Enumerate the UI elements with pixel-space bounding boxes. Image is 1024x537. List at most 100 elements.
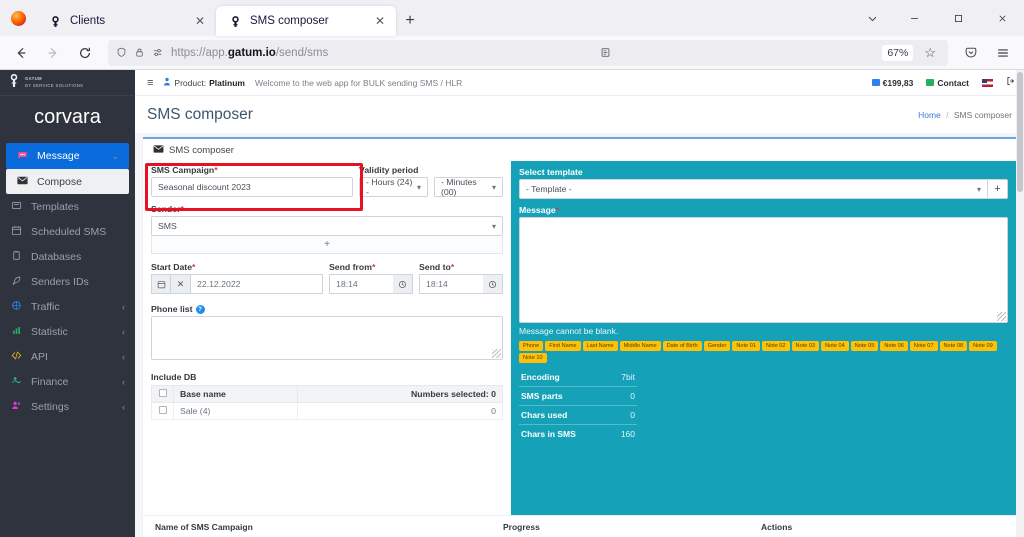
row-checkbox-cell bbox=[151, 402, 174, 421]
sidebar-item-statistic[interactable]: Statistic ‹ bbox=[0, 319, 135, 344]
chevron-left-icon: ‹ bbox=[122, 376, 125, 387]
table-row[interactable]: Sale (4) 0 bbox=[151, 402, 503, 421]
pocket-icon[interactable] bbox=[956, 39, 986, 67]
help-icon[interactable]: ? bbox=[195, 305, 205, 315]
product-icon bbox=[163, 77, 171, 88]
close-window-button[interactable] bbox=[980, 0, 1024, 36]
validity-hours-select[interactable]: - Hours (24) - ▾ bbox=[359, 177, 428, 197]
reload-icon[interactable] bbox=[70, 39, 100, 67]
chip-note-08[interactable]: Note 08 bbox=[939, 341, 968, 352]
sidebar-item-scheduled-sms[interactable]: Scheduled SMS bbox=[0, 219, 135, 244]
chip-note-09[interactable]: Note 09 bbox=[969, 341, 997, 352]
breadcrumb-home[interactable]: Home bbox=[918, 110, 941, 120]
chevron-left-icon: ‹ bbox=[122, 301, 125, 312]
chart-icon bbox=[10, 325, 23, 339]
shield-icon[interactable] bbox=[116, 47, 127, 58]
start-date-input[interactable]: 22.12.2022 bbox=[191, 274, 323, 294]
sidebar: GATUM BY SERVICE SOLUTIONS corvara Messa… bbox=[0, 70, 135, 537]
address-bar[interactable]: https://app.gatum.io/send/sms 67% ☆ bbox=[108, 39, 948, 66]
sidebar-item-traffic[interactable]: Traffic ‹ bbox=[0, 294, 135, 319]
resize-grip-icon[interactable] bbox=[997, 312, 1006, 321]
numbers-selected-header: Numbers selected: 0 bbox=[296, 385, 503, 404]
chip-date-of-birth[interactable]: Date of Birth bbox=[662, 341, 702, 352]
close-icon[interactable]: ✕ bbox=[192, 13, 208, 29]
bookmark-star-icon[interactable]: ☆ bbox=[920, 45, 940, 61]
maximize-button[interactable] bbox=[936, 0, 980, 36]
sidebar-item-label: API bbox=[31, 350, 48, 363]
sidebar-item-settings[interactable]: Settings ‹ bbox=[0, 394, 135, 419]
stat-sms-parts: SMS parts 0 bbox=[519, 387, 637, 407]
balance-indicator[interactable]: €199,83 bbox=[871, 78, 913, 88]
stat-value: 160 bbox=[620, 429, 635, 440]
chevron-down-icon: ▾ bbox=[491, 221, 496, 231]
minimize-button[interactable] bbox=[892, 0, 936, 36]
row-checkbox[interactable] bbox=[158, 406, 167, 415]
stat-value: 0 bbox=[630, 410, 635, 421]
clear-date-icon[interactable]: ✕ bbox=[171, 274, 191, 294]
sender-select[interactable]: SMS ▾ bbox=[151, 216, 503, 236]
chip-first-name[interactable]: First Name bbox=[545, 341, 581, 352]
clock-icon[interactable] bbox=[483, 274, 503, 294]
lock-icon[interactable] bbox=[134, 47, 145, 58]
chip-note-02[interactable]: Note 02 bbox=[761, 341, 790, 352]
tab-list-chevron-down-icon[interactable] bbox=[852, 0, 892, 36]
sidebar-toggle-icon[interactable]: ≡ bbox=[147, 77, 153, 89]
sidebar-item-finance[interactable]: Finance ‹ bbox=[0, 369, 135, 394]
feather-icon bbox=[10, 275, 23, 289]
browser-tab-clients[interactable]: Clients ✕ bbox=[36, 6, 216, 36]
select-all-checkbox[interactable] bbox=[158, 389, 167, 398]
chip-middle-name[interactable]: Middle Name bbox=[619, 341, 661, 352]
logout-icon[interactable] bbox=[1006, 76, 1016, 89]
send-to-group: Send to* 18:14 bbox=[419, 262, 503, 294]
chip-note-05[interactable]: Note 05 bbox=[850, 341, 879, 352]
stat-value: 0 bbox=[630, 391, 635, 402]
chip-note-06[interactable]: Note 06 bbox=[880, 341, 908, 352]
add-sender-button[interactable]: + bbox=[151, 236, 503, 254]
chip-note-04[interactable]: Note 04 bbox=[821, 341, 849, 352]
chip-note-10[interactable]: Note 10 bbox=[519, 353, 547, 364]
sidebar-item-message[interactable]: Message ⌄ bbox=[6, 143, 129, 169]
sms-campaign-input[interactable]: Seasonal discount 2023 bbox=[151, 177, 353, 197]
select-all-header bbox=[151, 385, 174, 404]
us-flag-icon[interactable] bbox=[982, 78, 993, 87]
calendar-icon[interactable] bbox=[151, 274, 171, 294]
chevron-down-icon: ▾ bbox=[976, 184, 981, 194]
zoom-level-indicator[interactable]: 67% bbox=[882, 44, 914, 61]
reader-view-icon[interactable] bbox=[600, 47, 611, 58]
chip-last-name[interactable]: Last Name bbox=[582, 341, 618, 352]
chip-gender[interactable]: Gender bbox=[703, 341, 731, 352]
sidebar-item-label: Settings bbox=[31, 400, 69, 413]
resize-grip-icon[interactable] bbox=[492, 349, 501, 359]
phone-list-textarea[interactable] bbox=[151, 316, 503, 361]
new-tab-button[interactable]: + bbox=[396, 6, 424, 36]
scrollbar-thumb[interactable] bbox=[1017, 72, 1023, 192]
send-from-input[interactable]: 18:14 bbox=[329, 274, 393, 294]
sidebar-item-compose[interactable]: Compose bbox=[6, 169, 129, 194]
chip-note-01[interactable]: Note 01 bbox=[732, 341, 760, 352]
clock-icon[interactable] bbox=[393, 274, 413, 294]
sidebar-item-templates[interactable]: Templates bbox=[0, 194, 135, 219]
sidebar-item-senders-ids[interactable]: Senders IDs bbox=[0, 269, 135, 294]
chip-note-03[interactable]: Note 03 bbox=[791, 341, 820, 352]
browser-tab-sms-composer[interactable]: SMS composer ✕ bbox=[216, 6, 396, 36]
sidebar-item-databases[interactable]: Databases bbox=[0, 244, 135, 269]
browser-menu-icon[interactable] bbox=[988, 39, 1018, 67]
back-icon[interactable] bbox=[6, 39, 36, 67]
chip-phone[interactable]: Phone bbox=[519, 341, 544, 352]
datetime-row: Start Date* ✕ 22.12.2022 Send from* 18:1… bbox=[151, 262, 503, 294]
sidebar-item-api[interactable]: API ‹ bbox=[0, 344, 135, 369]
permissions-icon[interactable] bbox=[152, 47, 164, 58]
message-textarea[interactable] bbox=[519, 217, 1008, 323]
product-value: Platinum bbox=[209, 77, 245, 88]
required-marker: * bbox=[450, 262, 455, 272]
close-icon[interactable]: ✕ bbox=[372, 13, 388, 29]
page-title: SMS composer bbox=[147, 105, 253, 123]
contact-button[interactable]: Contact bbox=[926, 78, 969, 88]
page-scrollbar[interactable] bbox=[1016, 70, 1024, 537]
validity-minutes-select[interactable]: - Minutes (00) ▾ bbox=[434, 177, 503, 197]
send-to-input[interactable]: 18:14 bbox=[419, 274, 483, 294]
chip-note-07[interactable]: Note 07 bbox=[909, 341, 938, 352]
template-select[interactable]: - Template - ▾ bbox=[519, 179, 988, 199]
add-template-button[interactable]: + bbox=[988, 179, 1008, 199]
browser-window: Clients ✕ SMS composer ✕ + https://app.g… bbox=[0, 0, 1024, 537]
